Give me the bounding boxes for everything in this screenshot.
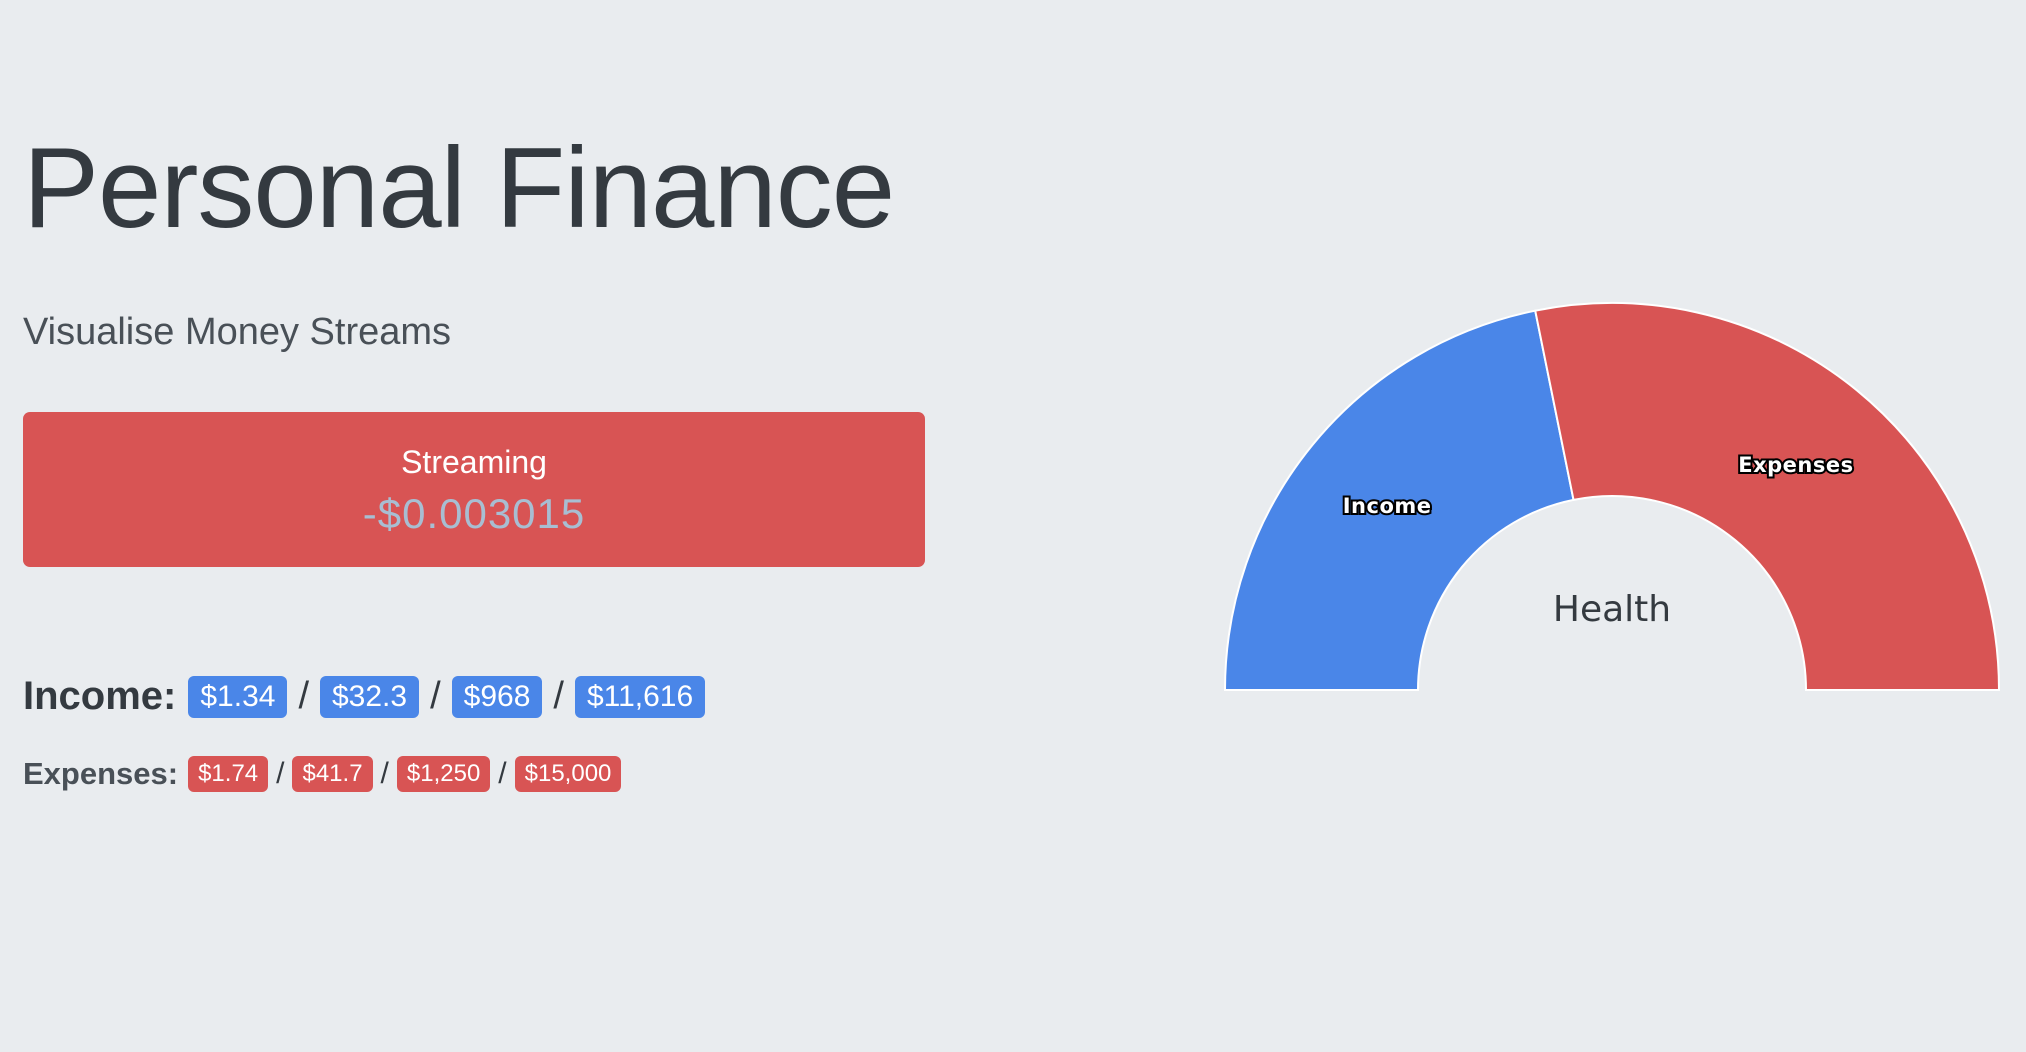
gauge-slice-label-expenses: Expenses xyxy=(1738,453,1853,477)
income-rate-badge: $32.3 xyxy=(320,675,420,718)
health-gauge-chart: Income Expenses Health xyxy=(1220,295,2004,695)
expenses-rate-badge: $1,250 xyxy=(396,756,491,792)
expenses-rate-badge: $1.74 xyxy=(188,756,269,792)
gauge-slices xyxy=(1223,302,2001,691)
gauge-slice-expenses xyxy=(1534,302,2001,691)
rate-separator: / xyxy=(430,675,441,717)
income-label: Income: xyxy=(23,674,177,718)
rate-separator: / xyxy=(553,675,564,717)
rate-separator: / xyxy=(276,757,285,790)
rate-separator: / xyxy=(498,757,507,790)
streaming-panel: Streaming -$0.003015 xyxy=(23,412,925,567)
income-rate-badge: $1.34 xyxy=(188,675,288,718)
gauge-slice-label-income: Income xyxy=(1343,494,1432,518)
expenses-rate-badge: $15,000 xyxy=(514,756,622,792)
rate-separator: / xyxy=(380,757,389,790)
page-subtitle: Visualise Money Streams xyxy=(23,311,452,353)
rate-separator: / xyxy=(298,675,309,717)
streaming-value: -$0.003015 xyxy=(362,490,586,537)
expenses-rate-badge: $41.7 xyxy=(292,756,373,792)
income-rates-row: Income: $1.34 / $32.3 / $968 / $11,616 xyxy=(23,674,706,719)
streaming-label: Streaming xyxy=(401,444,547,480)
page-title: Personal Finance xyxy=(23,125,895,252)
gauge-center-label: Health xyxy=(1553,589,1671,630)
expenses-rates-row: Expenses: $1.74 / $41.7 / $1,250 / $15,0… xyxy=(23,756,622,792)
income-rate-badge: $968 xyxy=(451,675,543,718)
health-gauge-svg: Income Expenses Health xyxy=(1223,302,2001,691)
income-rate-badge: $11,616 xyxy=(574,675,706,718)
expenses-label: Expenses: xyxy=(23,756,179,791)
